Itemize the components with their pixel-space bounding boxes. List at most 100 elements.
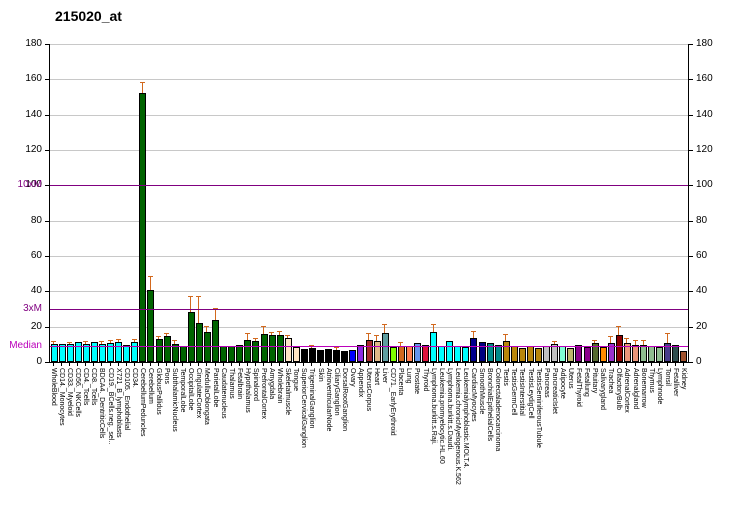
y-tick-label-left: 80 <box>0 215 42 226</box>
x-label: BDCA4._DentriticCells <box>98 368 105 438</box>
y-tick-right <box>689 79 693 80</box>
x-label: AtrioventricularNode <box>325 368 332 431</box>
bar <box>317 350 324 362</box>
x-tick <box>441 363 442 366</box>
bar <box>382 333 389 362</box>
x-label: Prostate <box>413 368 420 394</box>
x-tick <box>344 363 345 366</box>
x-label: AdrenalCortex <box>623 368 630 413</box>
x-label: Thalamus <box>228 368 235 399</box>
bar <box>131 342 138 362</box>
x-label: Ovary <box>349 368 356 387</box>
x-label: Wholebrain <box>276 368 283 403</box>
bar <box>584 347 591 362</box>
x-tick <box>126 363 127 366</box>
x-tick <box>408 363 409 366</box>
bar <box>123 345 130 362</box>
bar <box>180 346 187 362</box>
x-label: TemporalLobe <box>179 368 186 412</box>
x-tick <box>667 363 668 366</box>
error-bar-stem <box>626 339 627 343</box>
x-label: TestisSeminiferousTubule <box>535 368 542 448</box>
x-tick <box>497 363 498 366</box>
x-tick <box>247 363 248 366</box>
bar <box>156 339 163 362</box>
error-bar-cap <box>608 336 613 337</box>
x-tick <box>182 363 183 366</box>
error-bar-stem <box>206 327 207 332</box>
x-label: Fetalbrain <box>236 368 243 399</box>
error-bar-stem <box>376 336 377 341</box>
bar <box>349 350 356 362</box>
error-bar-stem <box>53 342 54 344</box>
y-tick-label-right: 40 <box>696 285 726 296</box>
x-tick <box>198 363 199 366</box>
x-label: Thymus <box>648 368 655 393</box>
reference-label: 3xM <box>0 303 42 314</box>
error-bar-stem <box>473 332 474 338</box>
bar <box>462 347 469 362</box>
x-tick <box>626 363 627 366</box>
bar <box>406 346 413 362</box>
expression-bar-chart: 215020_at 002020404060608080100100120120… <box>0 0 732 530</box>
x-tick <box>110 363 111 366</box>
y-tick-left <box>45 256 49 257</box>
error-bar-stem <box>158 337 159 339</box>
bar <box>204 332 211 362</box>
bar <box>261 334 268 362</box>
error-bar-stem <box>247 334 248 340</box>
x-tick <box>360 363 361 366</box>
y-tick-label-right: 100 <box>696 179 726 190</box>
error-bar-stem <box>134 340 135 342</box>
error-bar-cap <box>503 334 508 335</box>
error-bar-cap <box>140 82 145 83</box>
x-tick <box>449 363 450 366</box>
bar <box>503 341 510 362</box>
bar <box>567 348 574 362</box>
x-tick <box>101 363 102 366</box>
x-label: CD71._EarlyErythroid <box>389 368 396 436</box>
x-label: Leukemia.promyelocytic.HL.60 <box>438 368 445 464</box>
bar <box>212 320 219 362</box>
y-axis-right <box>688 44 689 363</box>
x-label: CD33._Myeloid <box>66 368 73 416</box>
reference-label: Median <box>0 340 42 351</box>
x-label: Thyroid <box>422 368 429 391</box>
y-tick-label-left: 140 <box>0 109 42 120</box>
x-label: CerebellumPeduncles <box>139 368 146 436</box>
x-label: Tonsil <box>664 368 671 386</box>
bar <box>228 346 235 362</box>
reference-line <box>50 346 688 347</box>
error-bar-stem <box>384 325 385 333</box>
error-bar-cap <box>665 333 670 334</box>
x-label: OccipitalLobe <box>187 368 194 410</box>
bar <box>277 335 284 362</box>
x-tick <box>554 363 555 366</box>
error-bar-cap <box>641 340 646 341</box>
bar <box>640 345 647 362</box>
y-tick-label-left: 20 <box>0 321 42 332</box>
y-tick-right <box>689 150 693 151</box>
x-tick <box>473 363 474 366</box>
y-tick-left <box>45 362 49 363</box>
error-bar-cap <box>116 339 121 340</box>
bar <box>430 332 437 362</box>
bar <box>244 340 251 362</box>
x-tick <box>651 363 652 366</box>
x-label: CD19._BCells.neg._sel.. <box>107 368 114 444</box>
error-bar-cap <box>431 324 436 325</box>
x-tick <box>602 363 603 366</box>
bar <box>575 345 582 362</box>
error-bar-stem <box>610 337 611 343</box>
bar <box>632 345 639 362</box>
x-tick <box>465 363 466 366</box>
error-bar-cap <box>164 333 169 334</box>
y-tick-right <box>689 362 693 363</box>
bar <box>454 346 461 362</box>
y-tick-label-left: 0 <box>0 356 42 367</box>
bar <box>115 342 122 362</box>
x-tick <box>287 363 288 366</box>
x-label: Leukemialymphoblastic.MOLT.4. <box>462 368 469 469</box>
x-label: CD8._Tcells <box>90 368 97 405</box>
bar <box>341 351 348 362</box>
